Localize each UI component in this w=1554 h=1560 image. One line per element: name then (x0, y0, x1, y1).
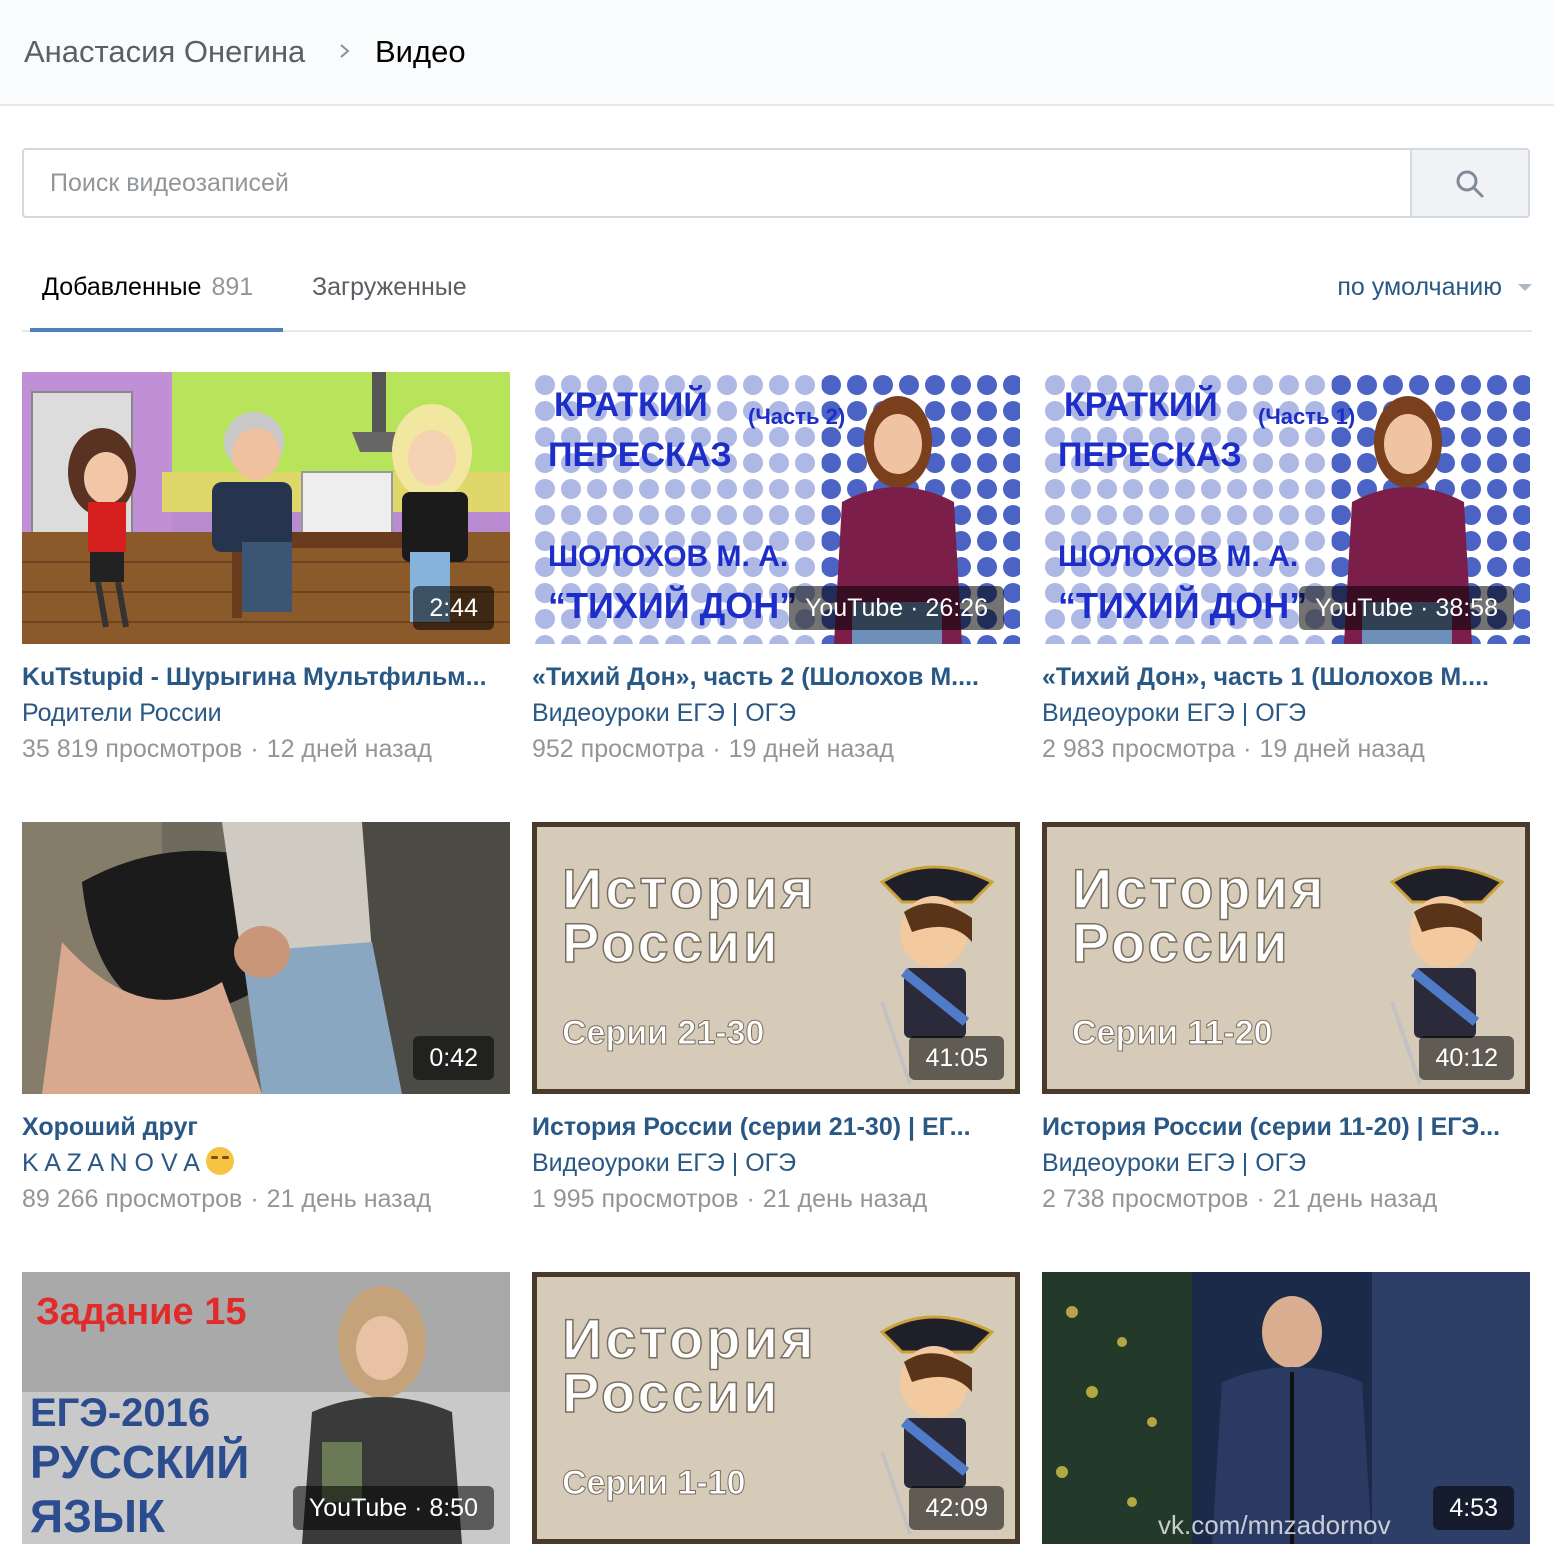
video-thumbnail[interactable]: vk.com/mnzadornov 4:53 (1042, 1272, 1530, 1544)
video-meta: 2 983 просмотра · 19 дней назад (1042, 732, 1425, 766)
caret-down-icon (1518, 284, 1532, 291)
thumb-line1: ЕГЭ-2016 (30, 1391, 210, 1435)
breadcrumb-parent-link[interactable]: Анастасия Онегина (24, 30, 305, 74)
video-views: 89 266 просмотров (22, 1185, 243, 1213)
video-thumbnail[interactable]: Задание 15 ЕГЭ-2016 РУССКИЙ ЯЗЫК YouTube… (22, 1272, 510, 1544)
video-author[interactable]: Родители России (22, 696, 222, 730)
video-duration: YouTube · 8:50 (292, 1486, 494, 1530)
smirk-emoji-icon (205, 1147, 234, 1175)
thumb-line3: ШОЛОХОВ М. А. (1058, 540, 1298, 573)
search-icon (1456, 170, 1484, 198)
video-duration: 2:44 (413, 586, 494, 630)
thumb-line1: КРАТКИЙ (554, 385, 708, 424)
meta-separator: · (250, 735, 259, 763)
video-views: 952 просмотра (532, 735, 705, 763)
video-duration: 40:12 (1419, 1036, 1514, 1080)
video-views: 1 995 просмотров (532, 1185, 739, 1213)
thumb-line3: ШОЛОХОВ М. А. (548, 540, 788, 573)
thumb-line2: ПЕРЕСКАЗ (548, 436, 732, 474)
video-duration: 42:09 (909, 1486, 1004, 1530)
thumb-line2: РУССКИЙ (30, 1436, 249, 1488)
video-date: 19 дней назад (1259, 735, 1425, 763)
video-title[interactable]: «Тихий Дон», часть 2 (Шолохов М.... (532, 660, 1020, 694)
video-meta: 1 995 просмотров · 21 день назад (532, 1182, 927, 1216)
video-author[interactable]: K A Z A N O V A (22, 1146, 234, 1180)
video-duration: 41:05 (909, 1036, 1004, 1080)
video-title[interactable]: История России (серии 21-30) | ЕГ... (532, 1110, 1020, 1144)
video-thumbnail[interactable]: История России Серии 21-30 41:05 (532, 822, 1020, 1094)
thumb-line2: России (1072, 911, 1291, 974)
video-views: 2 983 просмотра (1042, 735, 1236, 763)
video-thumbnail[interactable]: История России Серии 11-20 40:12 (1042, 822, 1530, 1094)
thumb-task: Задание 15 (36, 1291, 246, 1333)
thumb-line4: “ТИХИЙ ДОН” (1058, 584, 1307, 626)
tab-added-label: Добавленные (42, 273, 202, 301)
thumb-series: Серии 21-30 (562, 1014, 764, 1052)
video-title[interactable]: Хороший друг (22, 1110, 510, 1144)
thumb-series: Серии 1-10 (562, 1464, 746, 1502)
video-title[interactable]: «Тихий Дон», часть 1 (Шолохов М.... (1042, 660, 1530, 694)
video-views: 35 819 просмотров (22, 735, 243, 763)
tab-added[interactable]: Добавленные 891 (42, 270, 253, 304)
video-thumbnail[interactable]: История России Серии 1-10 42:09 (532, 1272, 1020, 1544)
thumb-series: Серии 11-20 (1072, 1014, 1273, 1052)
video-author-name: K A Z A N O V A (22, 1149, 200, 1177)
video-title[interactable]: История России (серии 11-20) | ЕГЭ... (1042, 1110, 1530, 1144)
video-thumbnail[interactable]: 0:42 (22, 822, 510, 1094)
video-meta: 89 266 просмотров · 21 день назад (22, 1182, 431, 1216)
thumb-line4: “ТИХИЙ ДОН” (548, 584, 797, 626)
thumb-line1: КРАТКИЙ (1064, 385, 1218, 424)
video-meta: 952 просмотра · 19 дней назад (532, 732, 894, 766)
video-author[interactable]: Видеоуроки ЕГЭ | ОГЭ (1042, 696, 1306, 730)
search-button[interactable] (1410, 150, 1528, 216)
video-meta: 2 738 просмотров · 21 день назад (1042, 1182, 1437, 1216)
video-author[interactable]: Видеоуроки ЕГЭ | ОГЭ (532, 1146, 796, 1180)
meta-separator: · (250, 1185, 259, 1213)
video-author[interactable]: Видеоуроки ЕГЭ | ОГЭ (532, 696, 796, 730)
chevron-right-icon (340, 44, 350, 58)
video-duration: YouTube · 26:26 (788, 586, 1004, 630)
video-date: 21 день назад (762, 1185, 928, 1213)
video-tabs: Добавленные 891 Загруженные по умолчанию (22, 254, 1532, 332)
thumb-part: (Часть 1) (1258, 404, 1355, 429)
video-duration: 0:42 (413, 1036, 494, 1080)
search-bar (22, 148, 1530, 218)
active-tab-underline (30, 328, 283, 332)
thumb-line2: ПЕРЕСКАЗ (1058, 436, 1242, 474)
video-date: 19 дней назад (728, 735, 894, 763)
sort-dropdown[interactable]: по умолчанию (1337, 270, 1532, 304)
video-duration: 4:53 (1433, 1486, 1514, 1530)
breadcrumb-current: Видео (375, 34, 466, 69)
video-watermark: vk.com/mnzadornov (1158, 1510, 1391, 1540)
tab-added-count: 891 (211, 273, 254, 301)
tab-uploaded[interactable]: Загруженные (312, 270, 467, 304)
meta-separator: · (746, 1185, 755, 1213)
thumb-line2: России (562, 911, 781, 974)
meta-separator: · (1243, 735, 1252, 763)
video-duration: YouTube · 38:58 (1298, 586, 1514, 630)
page-header: Анастасия Онегина Видео (0, 0, 1554, 106)
video-date: 12 дней назад (266, 735, 433, 763)
thumb-part: (Часть 2) (748, 404, 845, 429)
video-date: 21 день назад (266, 1185, 432, 1213)
video-thumbnail[interactable]: КРАТКИЙ (Часть 2) ПЕРЕСКАЗ ШОЛОХОВ М. А.… (532, 372, 1020, 644)
meta-separator: · (712, 735, 721, 763)
video-author[interactable]: Видеоуроки ЕГЭ | ОГЭ (1042, 1146, 1306, 1180)
sort-label: по умолчанию (1337, 273, 1502, 301)
video-title[interactable]: KuTstupid - Шурыгина Мультфильм... (22, 660, 510, 694)
video-meta: 35 819 просмотров · 12 дней назад (22, 732, 432, 766)
video-views: 2 738 просмотров (1042, 1185, 1249, 1213)
video-thumbnail[interactable]: 2:44 (22, 372, 510, 644)
thumb-line2: России (562, 1361, 781, 1424)
meta-separator: · (1256, 1185, 1265, 1213)
thumb-line3: ЯЗЫК (30, 1490, 166, 1542)
video-thumbnail[interactable]: КРАТКИЙ (Часть 1) ПЕРЕСКАЗ ШОЛОХОВ М. А.… (1042, 372, 1530, 644)
search-input[interactable] (24, 150, 1414, 216)
video-date: 21 день назад (1272, 1185, 1438, 1213)
